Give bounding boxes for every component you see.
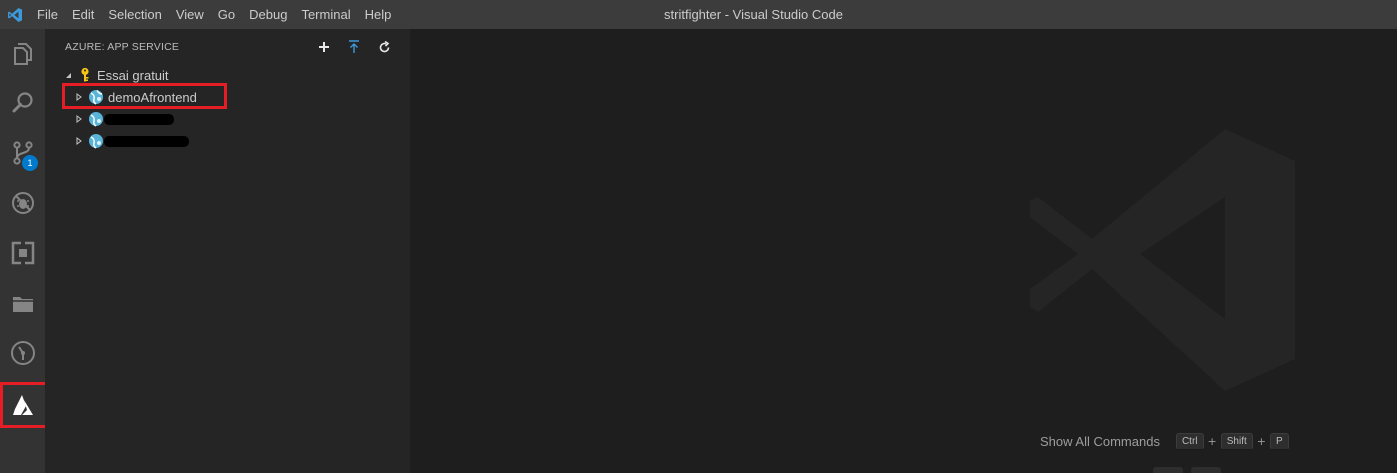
sidebar: AZURE: APP SERVICE Essai gratuit demoAfr… (45, 29, 410, 473)
files-icon (13, 43, 32, 65)
add-icon (319, 42, 329, 52)
refresh-button[interactable] (376, 39, 392, 55)
activity-explorer[interactable] (0, 29, 45, 77)
debug-icon (11, 192, 34, 214)
azure-highlight-box (0, 382, 50, 428)
folder-icon (12, 297, 33, 312)
sidebar-title: AZURE: APP SERVICE (65, 41, 180, 53)
create-app-button[interactable] (316, 39, 332, 55)
subscription-label: Essai gratuit (97, 67, 169, 83)
source-control-badge: 1 (22, 155, 38, 171)
key-stub (1191, 467, 1221, 473)
title-bar: File Edit Selection View Go Debug Termin… (0, 0, 1397, 29)
key-icon (77, 67, 93, 83)
menu-go[interactable]: Go (211, 0, 242, 29)
key-separator: + (1207, 435, 1217, 448)
key-shift: Shift (1220, 433, 1253, 450)
menu-debug[interactable]: Debug (242, 0, 294, 29)
sidebar-actions (316, 39, 392, 55)
web-app-globe-icon (88, 111, 104, 127)
chevron-right-icon[interactable] (74, 108, 84, 130)
extensions-icon (11, 241, 34, 265)
search-icon (12, 92, 33, 113)
activity-gitlens[interactable] (0, 329, 45, 377)
activity-bar: 1 (0, 29, 50, 473)
activity-search[interactable] (0, 79, 45, 127)
deploy-icon (349, 40, 359, 53)
vscode-watermark-icon (1030, 129, 1295, 391)
key-separator: + (1256, 435, 1266, 448)
menu-file[interactable]: File (30, 0, 65, 29)
git-icon (10, 341, 35, 365)
menu-terminal[interactable]: Terminal (294, 0, 357, 29)
vscode-logo-icon (0, 0, 30, 29)
shortcut-label: Show All Commands (1040, 434, 1160, 449)
activity-debug[interactable] (0, 179, 45, 227)
demo-app-highlight-box (62, 83, 227, 109)
activity-extensions[interactable] (0, 229, 45, 277)
activity-source-control[interactable]: 1 (0, 129, 45, 177)
key-p: P (1269, 433, 1289, 450)
show-all-commands-hint: Show All Commands Ctrl + Shift + P (1040, 433, 1289, 450)
web-app-globe-icon (88, 133, 104, 149)
editor-area: Show All Commands Ctrl + Shift + P (410, 29, 1397, 473)
menu-selection[interactable]: Selection (101, 0, 168, 29)
next-hint-partial (1153, 467, 1221, 473)
chevron-right-icon[interactable] (74, 130, 84, 152)
deploy-button[interactable] (346, 39, 362, 55)
vscode-window: File Edit Selection View Go Debug Termin… (0, 0, 1397, 473)
redacted-app-label (104, 113, 174, 125)
tree-row-app[interactable] (45, 108, 410, 130)
sidebar-header: AZURE: APP SERVICE (45, 29, 410, 64)
redacted-app-label (104, 135, 189, 147)
menu-help[interactable]: Help (358, 0, 399, 29)
tree-row-app[interactable] (45, 130, 410, 152)
key-stub (1153, 467, 1183, 473)
menu-edit[interactable]: Edit (65, 0, 101, 29)
key-ctrl: Ctrl (1175, 433, 1204, 450)
activity-folder[interactable] (0, 279, 45, 327)
menu-view[interactable]: View (169, 0, 211, 29)
refresh-icon (379, 40, 389, 52)
menu-bar: File Edit Selection View Go Debug Termin… (30, 0, 398, 29)
